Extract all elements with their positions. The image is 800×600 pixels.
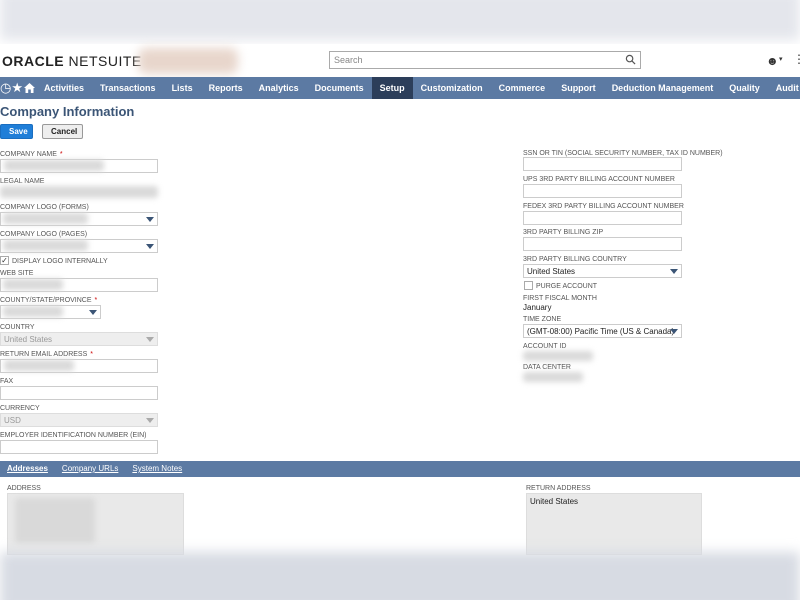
subtab-bar: Addresses Company URLs System Notes — [0, 461, 800, 477]
chevron-down-icon[interactable] — [89, 310, 97, 315]
company-name-label: COMPANY NAME * — [0, 151, 63, 158]
nav-activities[interactable]: Activities — [36, 77, 92, 99]
purge-account-checkbox[interactable] — [524, 281, 533, 290]
blurred-top-region — [0, 0, 800, 40]
currency-label: CURRENCY — [0, 405, 40, 412]
address-label: ADDRESS — [7, 485, 41, 492]
country-label: COUNTRY — [0, 324, 35, 331]
redacted-value — [3, 306, 63, 317]
redacted-value — [15, 498, 95, 543]
legal-name-label: LEGAL NAME — [0, 178, 45, 185]
search-icon[interactable] — [625, 54, 636, 65]
logo-pages-label: COMPANY LOGO (PAGES) — [0, 231, 88, 238]
chevron-down-icon[interactable] — [146, 244, 154, 249]
recent-records-icon[interactable]: ◷ — [0, 77, 11, 99]
nav-transactions[interactable]: Transactions — [92, 77, 164, 99]
more-icon[interactable]: ⋮ — [793, 52, 800, 66]
nav-audit-trail[interactable]: Audit Trail — [768, 77, 800, 99]
return-email-label: RETURN EMAIL ADDRESS * — [0, 351, 93, 358]
nav-analytics[interactable]: Analytics — [251, 77, 307, 99]
nav-support[interactable]: Support — [553, 77, 604, 99]
display-logo-label: DISPLAY LOGO INTERNALLY — [12, 258, 108, 265]
fiscal-month-value: January — [523, 303, 552, 312]
home-icon[interactable] — [23, 77, 36, 99]
redacted-value — [3, 240, 88, 251]
ein-field[interactable] — [0, 440, 158, 454]
company-logo-redacted — [138, 48, 238, 74]
return-address-label: RETURN ADDRESS — [526, 485, 591, 492]
blurred-bottom-region — [0, 552, 800, 600]
billing-country-label: 3RD PARTY BILLING COUNTRY — [523, 256, 627, 263]
time-zone-label: TIME ZONE — [523, 316, 562, 323]
cancel-button[interactable]: Cancel — [42, 124, 83, 139]
billing-zip-label: 3RD PARTY BILLING ZIP — [523, 229, 604, 236]
redacted-value — [523, 351, 593, 361]
logo-forms-label: COMPANY LOGO (FORMS) — [0, 204, 89, 211]
chevron-down-icon — [146, 418, 154, 423]
header-bar: ORACLE NETSUITE Search ☻ ▾ ⋮ — [0, 44, 800, 78]
tab-system-notes[interactable]: System Notes — [125, 461, 189, 477]
currency-select: USD — [0, 413, 158, 427]
redacted-value — [0, 186, 158, 198]
netsuite-logo[interactable]: ORACLE NETSUITE — [2, 53, 142, 69]
save-button[interactable]: Save — [0, 124, 33, 139]
web-site-label: WEB SITE — [0, 270, 34, 277]
time-zone-select[interactable]: (GMT-08:00) Pacific Time (US & Canada) — [523, 324, 682, 338]
purge-account-label: PURGE ACCOUNT — [536, 283, 598, 290]
county-label: COUNTY/STATE/PROVINCE * — [0, 297, 98, 304]
fedex-field[interactable] — [523, 211, 682, 225]
fax-label: FAX — [0, 378, 14, 385]
tab-company-urls[interactable]: Company URLs — [55, 461, 125, 477]
nav-customization[interactable]: Customization — [413, 77, 491, 99]
fedex-label: FEDEX 3RD PARTY BILLING ACCOUNT NUMBER — [523, 203, 684, 210]
fax-field[interactable] — [0, 386, 158, 400]
billing-zip-field[interactable] — [523, 237, 682, 251]
display-logo-checkbox[interactable]: ✓ — [0, 256, 9, 265]
chevron-down-icon[interactable] — [146, 217, 154, 222]
ups-label: UPS 3RD PARTY BILLING ACCOUNT NUMBER — [523, 176, 675, 183]
main-navigation: ◷ ★ Activities Transactions Lists Report… — [0, 77, 800, 99]
return-address-textarea[interactable]: United States — [526, 493, 702, 555]
nav-commerce[interactable]: Commerce — [491, 77, 554, 99]
redacted-value — [3, 213, 88, 224]
data-center-label: DATA CENTER — [523, 364, 571, 371]
redacted-value — [4, 360, 74, 371]
page-title: Company Information — [0, 104, 135, 119]
redacted-value — [4, 160, 104, 171]
user-menu-icon[interactable]: ☻ — [766, 54, 779, 68]
country-select: United States — [0, 332, 158, 346]
ein-label: EMPLOYER IDENTIFICATION NUMBER (EIN) — [0, 432, 147, 439]
redacted-value — [3, 279, 63, 290]
nav-deduction-management[interactable]: Deduction Management — [604, 77, 722, 99]
star-icon[interactable]: ★ — [11, 77, 23, 99]
chevron-down-icon[interactable] — [670, 329, 678, 334]
nav-lists[interactable]: Lists — [164, 77, 201, 99]
nav-reports[interactable]: Reports — [201, 77, 251, 99]
ssn-field[interactable] — [523, 157, 682, 171]
tab-addresses[interactable]: Addresses — [0, 461, 55, 477]
chevron-down-icon — [146, 337, 154, 342]
redacted-value — [523, 372, 583, 382]
chevron-down-icon[interactable]: ▾ — [779, 55, 783, 63]
ups-field[interactable] — [523, 184, 682, 198]
nav-quality[interactable]: Quality — [721, 77, 768, 99]
fiscal-month-label: FIRST FISCAL MONTH — [523, 295, 597, 302]
ssn-label: SSN OR TIN (SOCIAL SECURITY NUMBER, TAX … — [523, 150, 723, 157]
nav-setup[interactable]: Setup — [371, 77, 413, 99]
global-search-input[interactable]: Search — [329, 51, 641, 69]
nav-documents[interactable]: Documents — [307, 77, 372, 99]
account-id-label: ACCOUNT ID — [523, 343, 567, 350]
chevron-down-icon[interactable] — [670, 269, 678, 274]
billing-country-select[interactable]: United States — [523, 264, 682, 278]
